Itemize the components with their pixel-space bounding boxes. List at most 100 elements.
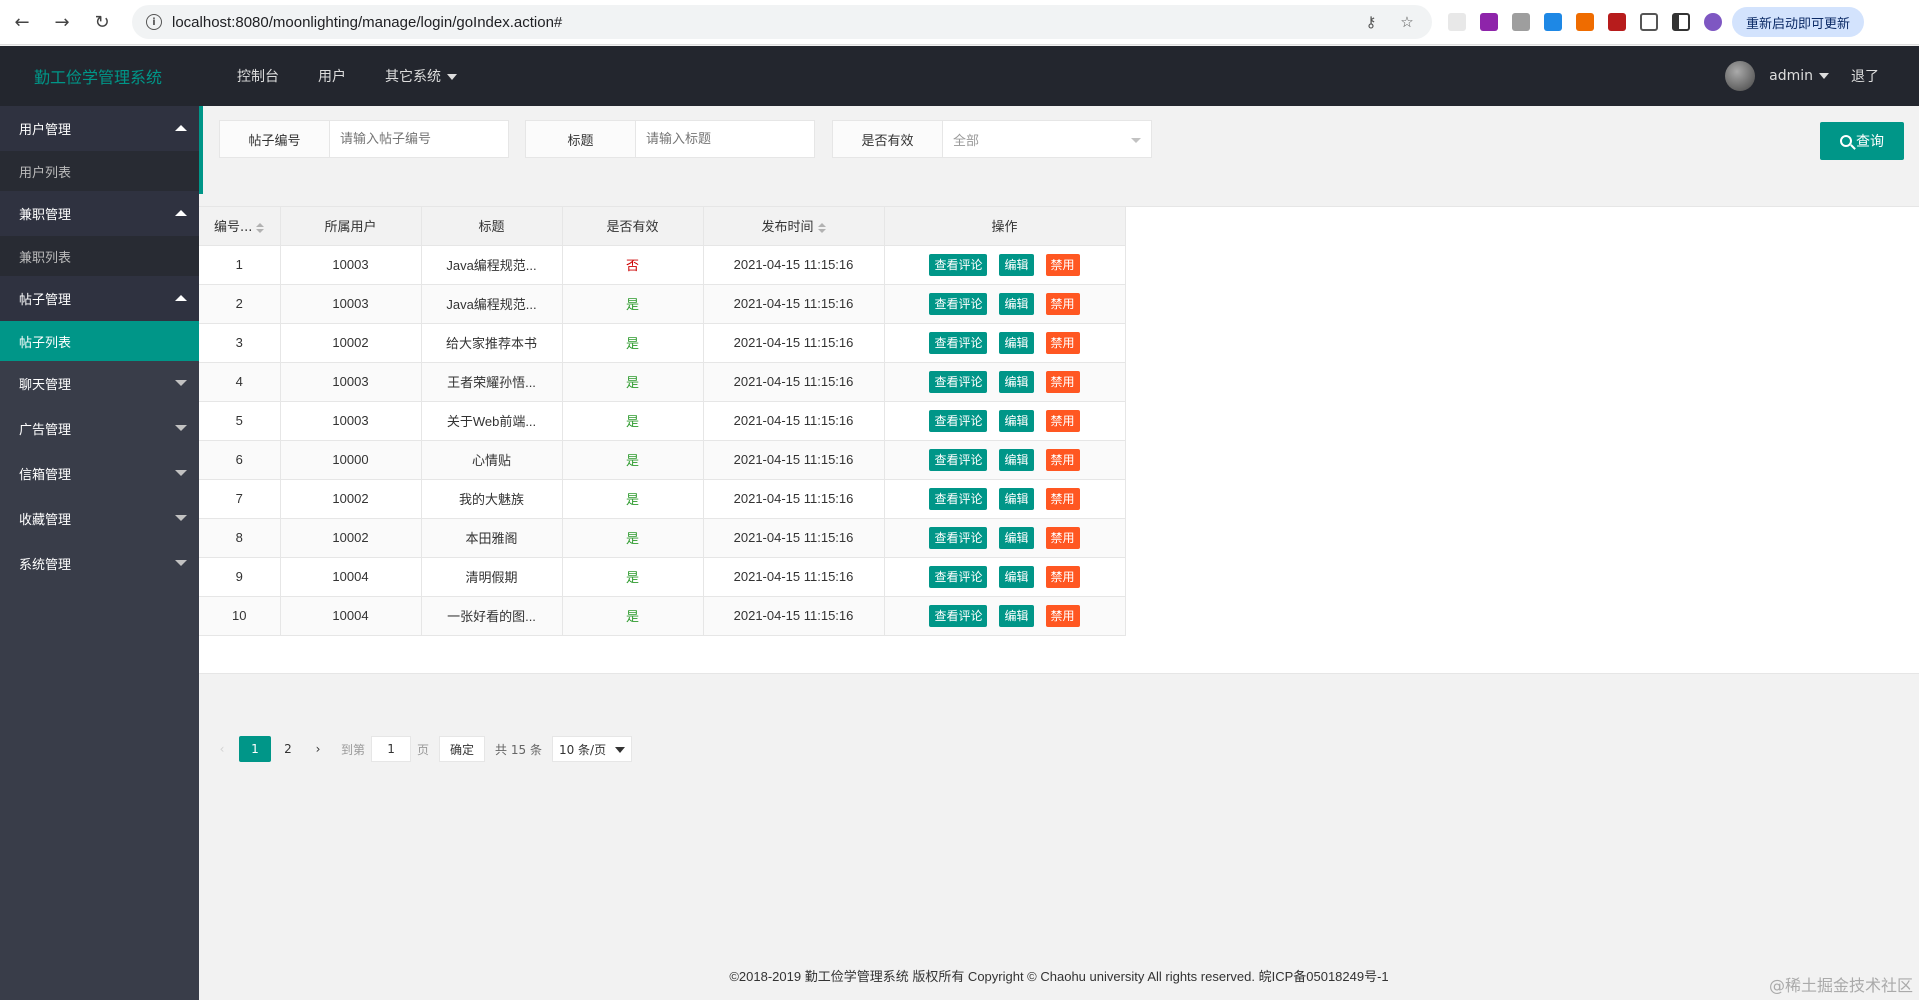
view-comments-button[interactable]: 查看评论 [929,292,988,315]
prev-page-icon[interactable]: ‹ [209,736,235,762]
sidebar-item-user-list[interactable]: 用户列表 [0,151,199,191]
disable-button[interactable]: 禁用 [1045,253,1080,276]
page-1-button[interactable]: 1 [239,736,271,762]
site-info-icon[interactable]: i [146,14,162,30]
sidebar-group-ad-mgmt[interactable]: 广告管理 [0,406,199,451]
column-header-id[interactable]: 编号... [199,207,281,246]
cell-actions: 查看评论 编辑 禁用 [884,518,1126,558]
edit-button[interactable]: 编辑 [999,487,1034,510]
sidebar-group-favorite-mgmt[interactable]: 收藏管理 [0,496,199,541]
sidebar-item-post-list[interactable]: 帖子列表 [0,321,199,361]
view-comments-button[interactable]: 查看评论 [929,487,988,510]
disable-button[interactable]: 禁用 [1045,565,1080,588]
valid-select[interactable]: 全部 [943,121,1151,157]
edit-button[interactable]: 编辑 [999,331,1034,354]
column-header-label: 编号... [214,220,253,236]
edit-button[interactable]: 编辑 [999,370,1034,393]
edit-button[interactable]: 编辑 [999,565,1034,588]
view-comments-button[interactable]: 查看评论 [929,448,988,471]
page-size-select[interactable]: 10 条/页 [551,736,632,762]
extension-icon[interactable] [1480,13,1498,31]
user-menu[interactable]: admin [1769,68,1829,84]
disable-button[interactable]: 禁用 [1045,292,1080,315]
column-header-title: 标题 [421,207,563,246]
cell-time: 2021-04-15 11:15:16 [703,245,885,285]
view-comments-button[interactable]: 查看评论 [929,253,988,276]
nav-console[interactable]: 控制台 [237,66,279,86]
view-comments-button[interactable]: 查看评论 [929,370,988,393]
edit-button[interactable]: 编辑 [999,253,1034,276]
cell-title: Java编程规范... [421,284,563,324]
side-panel-icon[interactable] [1672,13,1690,31]
chevron-down-icon [175,560,187,566]
goto-page-input[interactable]: 1 [371,736,412,762]
page-2-button[interactable]: 2 [275,736,301,762]
edit-button[interactable]: 编辑 [999,409,1034,432]
edit-button[interactable]: 编辑 [999,292,1034,315]
sidebar-group-job-mgmt[interactable]: 兼职管理 [0,191,199,236]
view-comments-button[interactable]: 查看评论 [929,331,988,354]
sidebar-group-mailbox-mgmt[interactable]: 信箱管理 [0,451,199,496]
extension-icon[interactable] [1544,13,1562,31]
nav-other-systems[interactable]: 其它系统 [385,66,457,86]
cell-valid: 是 [562,440,704,480]
cell-time: 2021-04-15 11:15:16 [703,518,885,558]
disable-button[interactable]: 禁用 [1045,487,1080,510]
cell-actions: 查看评论 编辑 禁用 [884,440,1126,480]
disable-button[interactable]: 禁用 [1045,604,1080,627]
column-header-actions: 操作 [884,207,1126,246]
title-field: 标题 [525,120,815,158]
title-input[interactable] [636,121,814,157]
nav-users[interactable]: 用户 [318,66,346,86]
sort-icon[interactable] [817,222,826,233]
extension-icon[interactable] [1576,13,1594,31]
address-bar[interactable]: i localhost:8080/moonlighting/manage/log… [132,5,1432,39]
cell-actions: 查看评论 编辑 禁用 [884,245,1126,285]
post-id-input[interactable] [330,121,508,157]
disable-button[interactable]: 禁用 [1045,526,1080,549]
profile-avatar-icon[interactable] [1704,13,1722,31]
logout-link[interactable]: 退了 [1851,66,1879,86]
sidebar-group-post-mgmt[interactable]: 帖子管理 [0,276,199,321]
sort-icon[interactable] [256,222,265,233]
bookmark-star-icon[interactable]: ☆ [1396,13,1418,31]
cell-title: 心情贴 [421,440,563,480]
edit-button[interactable]: 编辑 [999,526,1034,549]
edit-button[interactable]: 编辑 [999,448,1034,471]
extension-icon[interactable] [1512,13,1530,31]
disable-button[interactable]: 禁用 [1045,331,1080,354]
goto-confirm-button[interactable]: 确定 [439,736,486,762]
cell-id: 8 [199,518,281,558]
disable-button[interactable]: 禁用 [1045,448,1080,471]
update-button[interactable]: 重新启动即可更新 [1732,7,1865,37]
puzzle-icon[interactable] [1640,13,1658,31]
password-key-icon[interactable]: ⚷ [1360,13,1382,31]
extension-icon[interactable] [1448,13,1466,31]
forward-icon[interactable]: → [44,4,80,40]
url-text[interactable]: localhost:8080/moonlighting/manage/login… [172,14,1346,31]
column-header-time[interactable]: 发布时间 [703,207,885,246]
ublock-icon[interactable] [1608,13,1626,31]
disable-button[interactable]: 禁用 [1045,409,1080,432]
cell-title: 一张好看的图... [421,596,563,636]
view-comments-button[interactable]: 查看评论 [929,526,988,549]
reload-icon[interactable]: ↻ [84,4,120,40]
view-comments-button[interactable]: 查看评论 [929,565,988,588]
view-comments-button[interactable]: 查看评论 [929,604,988,627]
header-user-area: admin 退了 [1725,61,1879,91]
sidebar-group-system-mgmt[interactable]: 系统管理 [0,541,199,586]
sidebar-group-chat-mgmt[interactable]: 聊天管理 [0,361,199,406]
app-header: 勤工俭学管理系统 控制台 用户 其它系统 admin 退了 [0,46,1919,106]
next-page-icon[interactable]: › [305,736,331,762]
back-icon[interactable]: ← [4,4,40,40]
avatar[interactable] [1725,61,1756,91]
edit-button[interactable]: 编辑 [999,604,1034,627]
query-button[interactable]: 查询 [1820,122,1904,160]
sidebar-group-user-mgmt[interactable]: 用户管理 [0,106,199,151]
disable-button[interactable]: 禁用 [1045,370,1080,393]
cell-user: 10003 [280,362,422,402]
view-comments-button[interactable]: 查看评论 [929,409,988,432]
sidebar-item-job-list[interactable]: 兼职列表 [0,236,199,276]
goto-label: 到第 [341,742,366,757]
cell-actions: 查看评论 编辑 禁用 [884,479,1126,519]
